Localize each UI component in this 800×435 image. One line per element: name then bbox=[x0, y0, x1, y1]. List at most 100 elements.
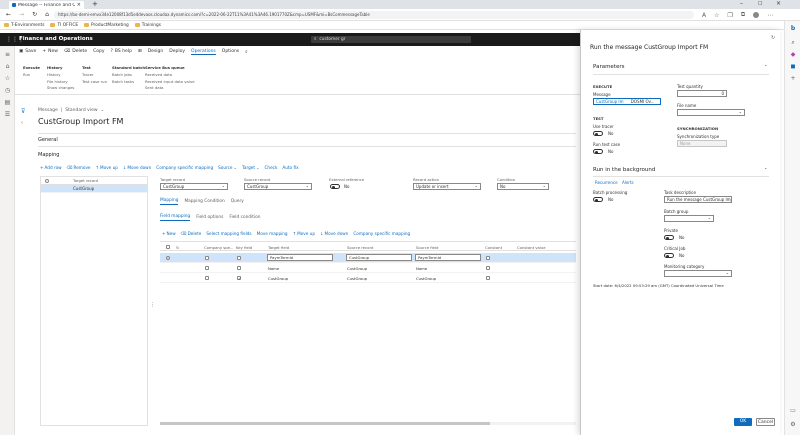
target-menu[interactable]: Target ⌄ bbox=[242, 165, 259, 170]
constant-checkbox[interactable] bbox=[486, 276, 490, 280]
sidebar-search-icon[interactable]: ⌕ bbox=[789, 39, 797, 47]
favorite-star-icon[interactable]: ☆ bbox=[714, 12, 719, 19]
collapse-icon[interactable]: ‹ bbox=[21, 120, 23, 126]
extensions-icon[interactable]: ⧉ bbox=[741, 11, 745, 19]
company-specific-mapping-button[interactable]: Company specific mapping bbox=[156, 165, 213, 170]
collections-icon[interactable]: ❐ bbox=[728, 12, 733, 19]
alerts-link[interactable]: Alerts bbox=[622, 180, 634, 185]
recent-icon[interactable]: ◷ bbox=[4, 88, 11, 94]
favorites-icon[interactable]: ☆ bbox=[4, 76, 11, 82]
forward-icon[interactable]: → bbox=[19, 11, 24, 18]
tab-options[interactable]: Options bbox=[222, 49, 239, 54]
home-icon[interactable]: ⌂ bbox=[45, 11, 49, 18]
copilot-icon[interactable]: b bbox=[789, 25, 797, 33]
tab-field-mapping[interactable]: Field mapping bbox=[160, 214, 191, 221]
refresh-icon[interactable]: ↻ bbox=[771, 35, 775, 41]
private-toggle[interactable] bbox=[664, 235, 674, 240]
breadcrumb-message[interactable]: Message bbox=[38, 108, 58, 113]
constant-checkbox[interactable] bbox=[486, 256, 490, 260]
source-record-input[interactable]: CustGroup bbox=[346, 254, 412, 261]
add-sidebar-app-icon[interactable]: + bbox=[789, 75, 797, 83]
target-field-input[interactable]: PaymTermId bbox=[267, 254, 333, 261]
recurrence-link[interactable]: Recurrence bbox=[595, 180, 618, 185]
tab-operations[interactable]: Operations bbox=[191, 49, 216, 55]
file-history-button[interactable]: File history bbox=[47, 79, 74, 84]
bookmark-folder[interactable]: ProductMarketing bbox=[84, 23, 129, 28]
tab-field-options[interactable]: Field options bbox=[196, 215, 223, 220]
workspaces-icon[interactable]: ▤ bbox=[4, 100, 11, 106]
bookmark-folder[interactable]: TI OFFICE bbox=[50, 23, 78, 28]
delete-button[interactable]: ⌫ Delete bbox=[64, 49, 87, 54]
tab-mapping-condition[interactable]: Mapping Condition bbox=[184, 199, 224, 204]
view-selector[interactable]: Standard view bbox=[65, 108, 97, 113]
task-description-input[interactable]: Run the message CustGroup Imp... bbox=[664, 196, 732, 203]
search-icon[interactable]: ⌕ bbox=[245, 49, 248, 55]
tab-design[interactable]: Design bbox=[148, 49, 164, 54]
home-icon[interactable]: ⌂ bbox=[4, 64, 11, 70]
modules-icon[interactable]: ☰ bbox=[4, 112, 11, 118]
batch-processing-toggle[interactable] bbox=[593, 197, 603, 202]
filter-icon[interactable]: ⊽ bbox=[21, 108, 25, 115]
tab-deploy[interactable]: Deploy bbox=[169, 49, 185, 54]
column-header-constant-value[interactable]: Constant value bbox=[517, 245, 546, 250]
test-case-run-button[interactable]: Test case run bbox=[82, 79, 107, 84]
bs-help-button[interactable]: ? BS help bbox=[111, 49, 132, 54]
splitter-handle[interactable]: ⋮ bbox=[150, 302, 155, 308]
table-row[interactable]: Name CustGroup Name bbox=[160, 263, 576, 273]
column-header-target-field[interactable]: Target field bbox=[268, 245, 289, 250]
column-header-company[interactable]: Company spe... bbox=[204, 245, 234, 250]
add-row-button[interactable]: + Add row bbox=[40, 165, 62, 170]
bookmark-folder[interactable]: T-Environments bbox=[4, 23, 44, 28]
more-options-icon[interactable]: ⋯ bbox=[767, 12, 773, 19]
tracer-button[interactable]: Tracer bbox=[82, 72, 107, 77]
message-select[interactable]: CustGroup Im DOSMI Ov... bbox=[593, 98, 661, 105]
received-input-button[interactable]: Received input data value bbox=[145, 79, 195, 84]
new-button[interactable]: + New bbox=[42, 49, 58, 54]
bookmark-folder[interactable]: Trainings bbox=[134, 23, 161, 28]
table-row[interactable]: CustGroup bbox=[41, 185, 147, 193]
move-mapping-button[interactable]: Move mapping bbox=[257, 231, 288, 236]
file-name-select[interactable]: ⌄ bbox=[677, 109, 745, 116]
select-all-checkbox[interactable] bbox=[166, 245, 170, 249]
run-button[interactable]: Run bbox=[23, 72, 40, 77]
back-icon[interactable]: ← bbox=[6, 11, 11, 18]
close-tab-icon[interactable]: × bbox=[77, 2, 81, 8]
record-action-select[interactable]: Update or insert bbox=[413, 183, 481, 190]
batch-tasks-button[interactable]: Batch tasks bbox=[112, 79, 145, 84]
batch-jobs-button[interactable]: Batch jobs bbox=[112, 72, 145, 77]
office-icon[interactable]: ⊞ bbox=[138, 49, 142, 54]
field-move-down-button[interactable]: ↓ Move down bbox=[320, 231, 348, 236]
batch-group-select[interactable]: ⌄ bbox=[664, 215, 714, 222]
browser-tab[interactable]: Message -- Finance and Operati... × bbox=[9, 1, 84, 9]
chevron-up-icon[interactable]: ⌃ bbox=[764, 64, 767, 69]
copy-button[interactable]: Copy bbox=[93, 49, 104, 54]
hamburger-menu-icon[interactable]: ≡ bbox=[4, 52, 11, 58]
check-button[interactable]: Check bbox=[265, 165, 278, 170]
company-specific-checkbox[interactable] bbox=[205, 256, 209, 260]
key-field-checkbox[interactable] bbox=[237, 266, 241, 270]
key-field-checkbox[interactable] bbox=[237, 276, 241, 280]
tab-field-condition[interactable]: Field condition bbox=[229, 215, 260, 220]
move-up-button[interactable]: ↑ Move up bbox=[96, 165, 118, 170]
maximize-window-icon[interactable]: ☐ bbox=[758, 1, 762, 7]
target-record-select[interactable]: CustGroup bbox=[160, 183, 228, 190]
field-move-up-button[interactable]: ↑ Move up bbox=[293, 231, 315, 236]
settings-gear-icon[interactable]: ⚙ bbox=[789, 421, 797, 429]
new-tab-icon[interactable]: + bbox=[92, 0, 98, 8]
minimize-window-icon[interactable]: – bbox=[740, 0, 743, 7]
section-general[interactable]: General bbox=[38, 137, 58, 143]
global-search[interactable]: ⌕ customer gr bbox=[311, 36, 471, 43]
company-specific-checkbox[interactable] bbox=[205, 276, 209, 280]
column-header-constant[interactable]: Constant bbox=[485, 245, 502, 250]
external-reference-toggle[interactable] bbox=[330, 184, 340, 189]
refresh-icon[interactable]: ↻ bbox=[32, 11, 37, 18]
cancel-button[interactable]: Cancel bbox=[756, 418, 775, 426]
source-field-input[interactable]: PaymTermId bbox=[415, 254, 481, 261]
sent-data-button[interactable]: Sent data bbox=[145, 85, 195, 90]
remove-button[interactable]: ⌫ Remove bbox=[67, 165, 91, 170]
row-select-radio[interactable] bbox=[166, 256, 170, 260]
column-header-key-field[interactable]: Key field bbox=[236, 245, 252, 250]
refresh-grid-icon[interactable]: ↻ bbox=[176, 245, 179, 250]
delete-field-button[interactable]: ⌫ Delete bbox=[181, 231, 202, 236]
key-field-checkbox[interactable] bbox=[237, 256, 241, 260]
